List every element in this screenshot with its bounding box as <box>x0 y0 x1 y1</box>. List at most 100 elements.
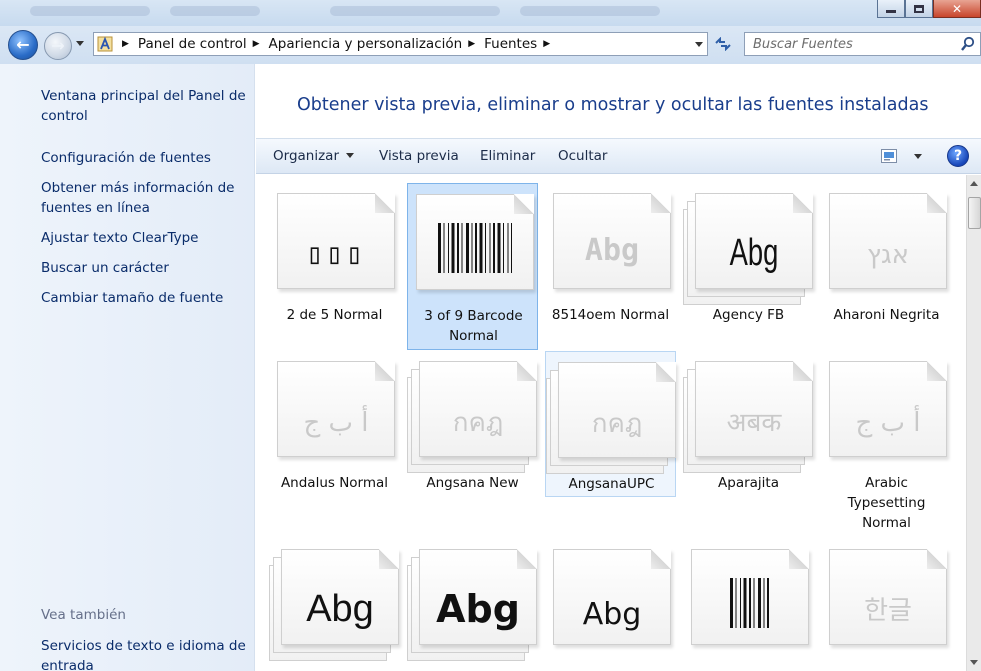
font-item[interactable]: ▯▯▯ 2 de 5 Normal <box>269 183 400 333</box>
font-name-label: Aharoni Negrita <box>833 307 940 323</box>
minimize-button[interactable] <box>877 0 905 18</box>
organize-button[interactable]: Organizar <box>273 148 354 164</box>
font-name-label: Agency FB <box>712 307 785 323</box>
breadcrumb-chevron-icon[interactable]: ▶ <box>543 39 550 49</box>
search-box[interactable] <box>744 32 981 56</box>
font-page: กคฎ <box>419 361 537 457</box>
font-page: Abg <box>419 549 537 645</box>
search-input[interactable] <box>745 33 955 55</box>
address-dropdown[interactable] <box>695 42 703 47</box>
recent-pages-dropdown[interactable] <box>76 41 84 46</box>
breadcrumb-chevron-icon[interactable]: ▶ <box>253 39 260 49</box>
font-name-label: Angsana New <box>426 475 519 491</box>
font-page: Abg <box>281 549 399 645</box>
font-preview-icon: Abg <box>553 549 671 645</box>
font-item[interactable]: Abg Agency FB <box>683 183 814 333</box>
sidebar-link-font-settings[interactable]: Configuración de fuentes <box>41 148 253 168</box>
breadcrumb-chevron-icon[interactable]: ▶ <box>468 39 475 49</box>
font-preview-icon: 한글 <box>829 549 947 645</box>
breadcrumb-item[interactable]: Panel de control <box>138 36 247 52</box>
font-item[interactable]: Abg <box>269 539 400 671</box>
maximize-button[interactable] <box>905 0 933 18</box>
font-item[interactable]: Abg 8514oem Normal <box>545 183 676 333</box>
forward-button[interactable]: → <box>44 32 72 60</box>
breadcrumb-chevron-icon[interactable]: ▶ <box>122 39 129 49</box>
see-also-heading: Vea también <box>41 607 126 623</box>
font-sample: Abg <box>306 588 374 630</box>
font-item[interactable]: Abg <box>545 539 676 671</box>
close-button[interactable]: ✕ <box>933 0 981 18</box>
font-item[interactable]: Abg <box>407 539 538 671</box>
sidebar-link-cleartype[interactable]: Ajustar texto ClearType <box>41 228 253 248</box>
font-item[interactable]: अबक Aparajita <box>683 351 814 501</box>
font-preview-icon: أ ب ج <box>277 361 395 457</box>
scrollbar-thumb[interactable] <box>968 197 981 229</box>
font-preview-icon: अबक <box>683 361 813 473</box>
breadcrumb-item[interactable]: Fuentes <box>484 36 537 52</box>
help-button[interactable]: ? <box>947 145 969 167</box>
font-item[interactable]: أ ب ج Arabic Typesetting Normal <box>821 351 952 531</box>
font-preview-icon: אגץ <box>829 193 947 289</box>
font-item[interactable]: กคฎ AngsanaUPC <box>545 351 676 497</box>
font-preview-icon: Abg <box>553 193 671 289</box>
sidebar-link-control-panel-home[interactable]: Ventana principal del Panel de control <box>41 86 253 126</box>
breadcrumb-item[interactable]: Apariencia y personalización <box>269 36 463 52</box>
back-button[interactable]: ← <box>8 30 38 60</box>
font-name-label: 8514oem Normal <box>551 307 670 323</box>
font-sample: אגץ <box>866 240 910 270</box>
view-options-dropdown[interactable] <box>914 154 922 159</box>
font-sample: กคฎ <box>452 408 504 438</box>
font-name-label: Arabic Typesetting Normal <box>847 475 926 531</box>
navigation-pane: Ventana principal del Panel de control C… <box>0 64 255 671</box>
page-fold <box>927 549 947 569</box>
font-page: Abg <box>553 193 671 289</box>
font-sample: Abg <box>436 587 520 631</box>
font-sample <box>692 578 808 631</box>
preview-button[interactable]: Vista previa <box>379 148 459 164</box>
close-icon: ✕ <box>951 1 963 16</box>
sidebar-link-change-font-size[interactable]: Cambiar tamaño de fuente <box>41 288 253 308</box>
font-sample: กคฎ <box>591 409 643 439</box>
fonts-folder-icon <box>94 33 116 55</box>
page-fold <box>927 193 947 213</box>
organize-label: Organizar <box>273 148 339 164</box>
scroll-up-arrow-icon[interactable] <box>970 181 978 186</box>
font-item[interactable]: אגץ Aharoni Negrita <box>821 183 952 333</box>
font-page: אגץ <box>829 193 947 289</box>
font-item[interactable]: 3 of 9 Barcode Normal <box>407 183 538 350</box>
font-name-label: Andalus Normal <box>280 475 389 491</box>
sidebar-link-find-character[interactable]: Buscar un carácter <box>41 258 253 278</box>
font-item[interactable] <box>683 539 814 671</box>
page-fold <box>651 193 671 213</box>
font-preview-icon: أ ب ج <box>829 361 947 457</box>
breadcrumb: ▶ Panel de control ▶ Apariencia y personali… <box>116 36 559 52</box>
window-controls: ✕ <box>877 0 981 18</box>
refresh-button[interactable] <box>709 32 737 56</box>
font-item[interactable]: กคฎ Angsana New <box>407 351 538 501</box>
font-sample <box>417 223 533 276</box>
page-fold <box>375 361 395 381</box>
page-fold <box>793 361 813 381</box>
font-page: 한글 <box>829 549 947 645</box>
page-fold <box>379 549 399 569</box>
sidebar-link-text-services[interactable]: Servicios de texto e idioma de entrada <box>41 636 253 671</box>
address-bar[interactable]: ▶ Panel de control ▶ Apariencia y personali… <box>93 32 708 56</box>
caption-blur <box>170 6 260 16</box>
change-view-icon[interactable] <box>881 149 897 163</box>
scroll-down-arrow-icon[interactable] <box>970 660 978 665</box>
font-page: Abg <box>553 549 671 645</box>
delete-button[interactable]: Eliminar <box>480 148 535 164</box>
font-item[interactable]: 한글 <box>821 539 952 671</box>
vertical-scrollbar[interactable] <box>966 175 981 671</box>
font-page <box>416 194 534 290</box>
font-item[interactable]: أ ب ج Andalus Normal <box>269 351 400 501</box>
sidebar-link-fonts-online[interactable]: Obtener más información de fuentes en lí… <box>41 178 253 218</box>
font-page: अबक <box>695 361 813 457</box>
chevron-down-icon <box>346 153 354 158</box>
font-sample: 한글 <box>864 596 912 626</box>
navigation-bar: ← → ▶ Panel de control ▶ Apariencia y perso… <box>0 26 981 64</box>
hide-button[interactable]: Ocultar <box>558 148 607 164</box>
font-page: Abg <box>695 193 813 289</box>
font-page: أ ب ج <box>829 361 947 457</box>
font-preview-icon <box>416 194 534 290</box>
